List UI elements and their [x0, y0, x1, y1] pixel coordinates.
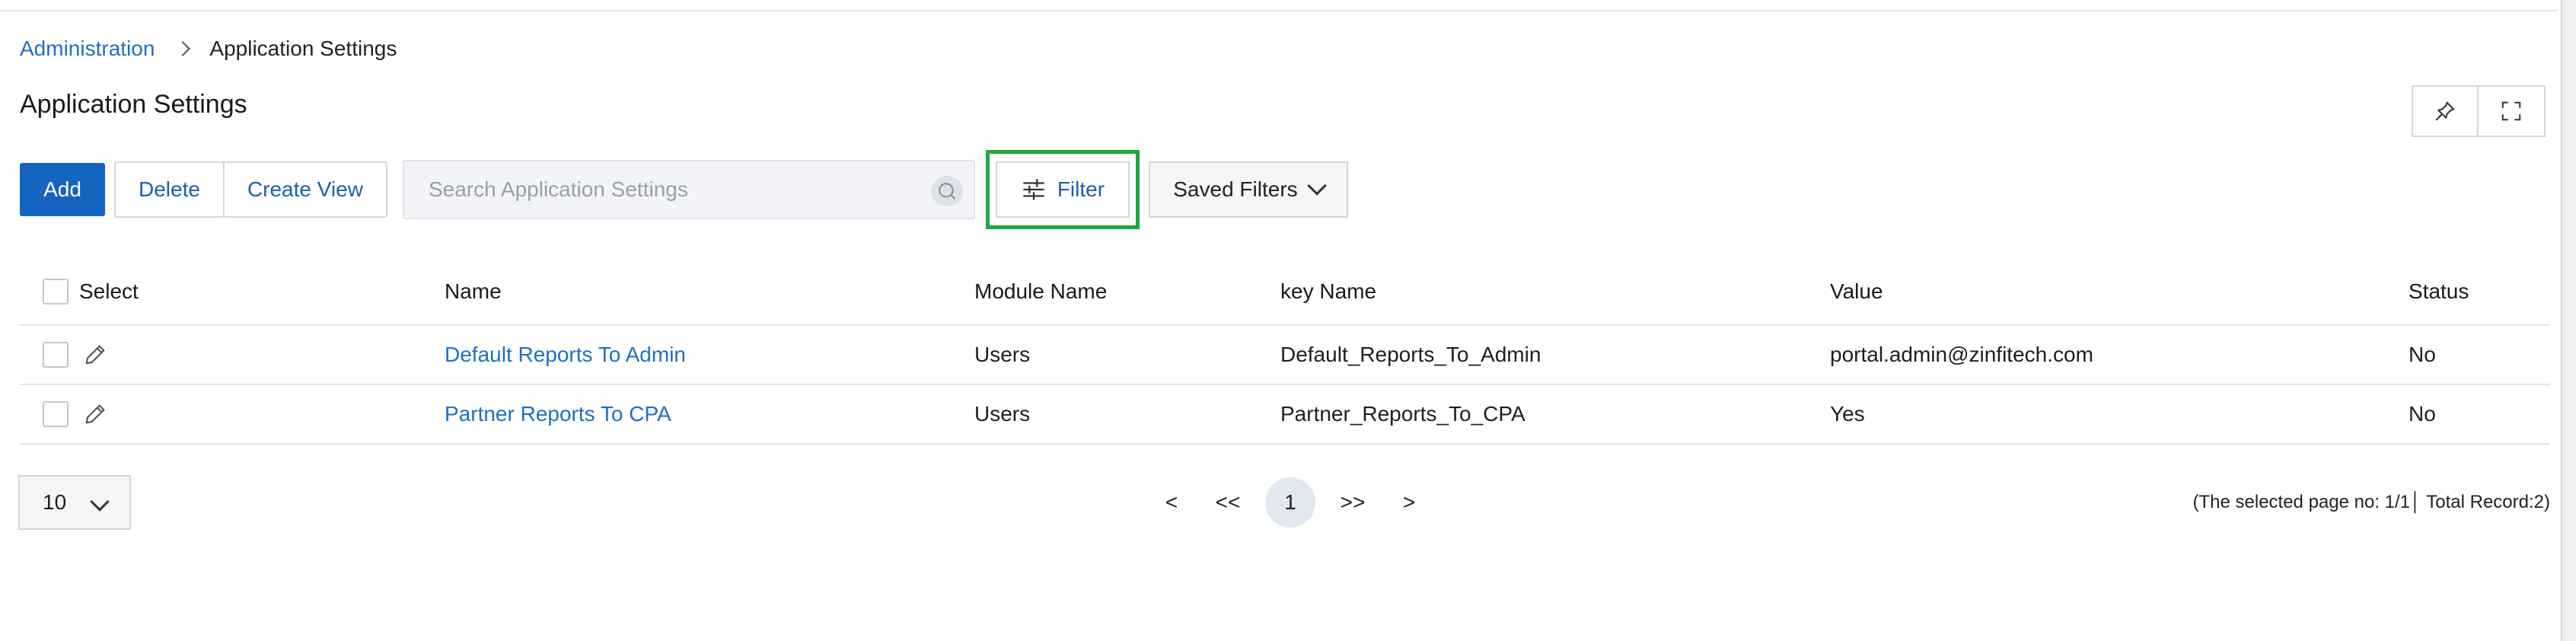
search-placeholder: Search Application Settings: [428, 177, 688, 201]
delete-button[interactable]: Delete: [116, 163, 223, 216]
row-module-name: Users: [974, 402, 1031, 426]
table-row: Partner Reports To CPA Users Partner_Rep…: [20, 385, 2550, 445]
fullscreen-button[interactable]: [2479, 85, 2546, 137]
breadcrumb-administration-link[interactable]: Administration: [20, 37, 155, 61]
filter-label: Filter: [1057, 177, 1105, 201]
row-checkbox[interactable]: [43, 401, 69, 427]
add-button[interactable]: Add: [20, 163, 105, 216]
settings-table: Select Name Module Name key Name Value S…: [20, 259, 2550, 445]
pencil-icon[interactable]: [82, 342, 108, 368]
action-button-group: Delete Create View: [114, 161, 387, 218]
column-header-key-name[interactable]: key Name: [1280, 259, 1376, 324]
row-module-name: Users: [974, 343, 1031, 366]
pencil-icon[interactable]: [82, 401, 108, 427]
table-footer: 10 < << 1 >> > (The selected page no: 1/…: [18, 475, 2550, 530]
column-header-name[interactable]: Name: [445, 259, 502, 324]
saved-filters-label: Saved Filters: [1173, 177, 1298, 201]
row-name-link[interactable]: Partner Reports To CPA: [445, 402, 671, 426]
record-info: (The selected page no: 1/1│ Total Record…: [2192, 492, 2551, 512]
current-page-button[interactable]: 1: [1265, 477, 1315, 528]
next-page-button[interactable]: >: [1390, 477, 1428, 528]
row-name-link[interactable]: Default Reports To Admin: [445, 343, 686, 367]
breadcrumb: Administration Application Settings: [20, 33, 397, 64]
row-status: No: [2409, 343, 2436, 366]
fullscreen-icon: [2501, 101, 2521, 121]
vertical-scrollbar[interactable]: [2561, 0, 2576, 641]
view-controls: [2412, 85, 2546, 137]
last-page-button[interactable]: >>: [1334, 477, 1372, 528]
page-title: Application Settings: [20, 90, 247, 119]
row-key-name: Partner_Reports_To_CPA: [1280, 402, 1526, 426]
search-input[interactable]: Search Application Settings: [402, 160, 975, 219]
sliders-icon: [1022, 179, 1044, 200]
saved-filters-dropdown[interactable]: Saved Filters: [1148, 161, 1348, 218]
column-header-status[interactable]: Status: [2409, 259, 2469, 324]
pagination: < << 1 >> >: [1153, 475, 1428, 530]
column-header-module-name[interactable]: Module Name: [974, 259, 1107, 324]
prev-page-button[interactable]: <: [1153, 477, 1191, 528]
row-key-name: Default_Reports_To_Admin: [1280, 343, 1541, 366]
filter-button[interactable]: Filter: [995, 161, 1130, 218]
table-header-row: Select Name Module Name key Name Value S…: [20, 259, 2550, 326]
chevron-right-icon: [175, 41, 191, 56]
column-header-select: Select: [79, 279, 139, 303]
row-value: portal.admin@zinfitech.com: [1830, 343, 2093, 366]
chevron-down-icon: [90, 492, 110, 512]
create-view-button[interactable]: Create View: [222, 163, 386, 216]
row-value: Yes: [1830, 402, 1865, 426]
search-icon: [939, 183, 955, 199]
pin-icon: [2435, 101, 2455, 121]
row-status: No: [2409, 402, 2436, 426]
pin-button[interactable]: [2412, 85, 2479, 137]
page-size-select[interactable]: 10: [18, 475, 131, 530]
top-divider: [0, 0, 2558, 11]
table-row: Default Reports To Admin Users Default_R…: [20, 326, 2550, 385]
search-button[interactable]: [930, 176, 963, 206]
breadcrumb-current: Application Settings: [209, 37, 397, 60]
chevron-down-icon: [1306, 176, 1327, 196]
first-page-button[interactable]: <<: [1209, 477, 1247, 528]
column-header-value[interactable]: Value: [1830, 259, 1883, 324]
filter-highlight-box: Filter: [985, 150, 1140, 229]
select-all-checkbox[interactable]: [43, 279, 69, 305]
page-size-value: 10: [43, 490, 67, 514]
row-checkbox[interactable]: [43, 342, 69, 368]
toolbar: Add Delete Create View Search Applicatio…: [20, 150, 1348, 229]
